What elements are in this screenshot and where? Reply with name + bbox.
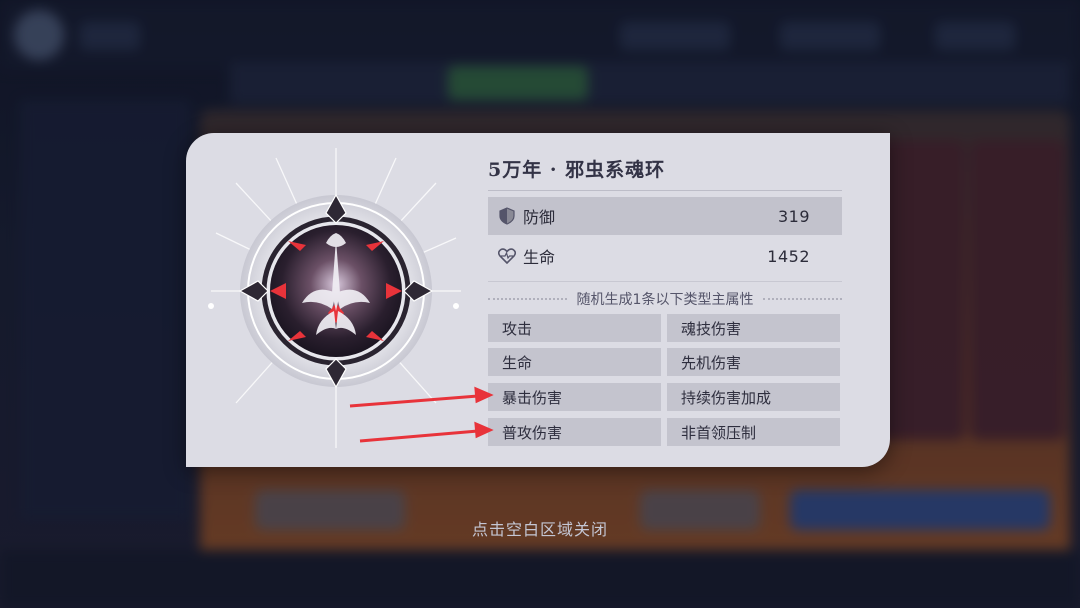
red-arrow (349, 394, 479, 408)
close-hint: 点击空白区域关闭 (471, 520, 608, 539)
red-arrow (359, 429, 479, 443)
